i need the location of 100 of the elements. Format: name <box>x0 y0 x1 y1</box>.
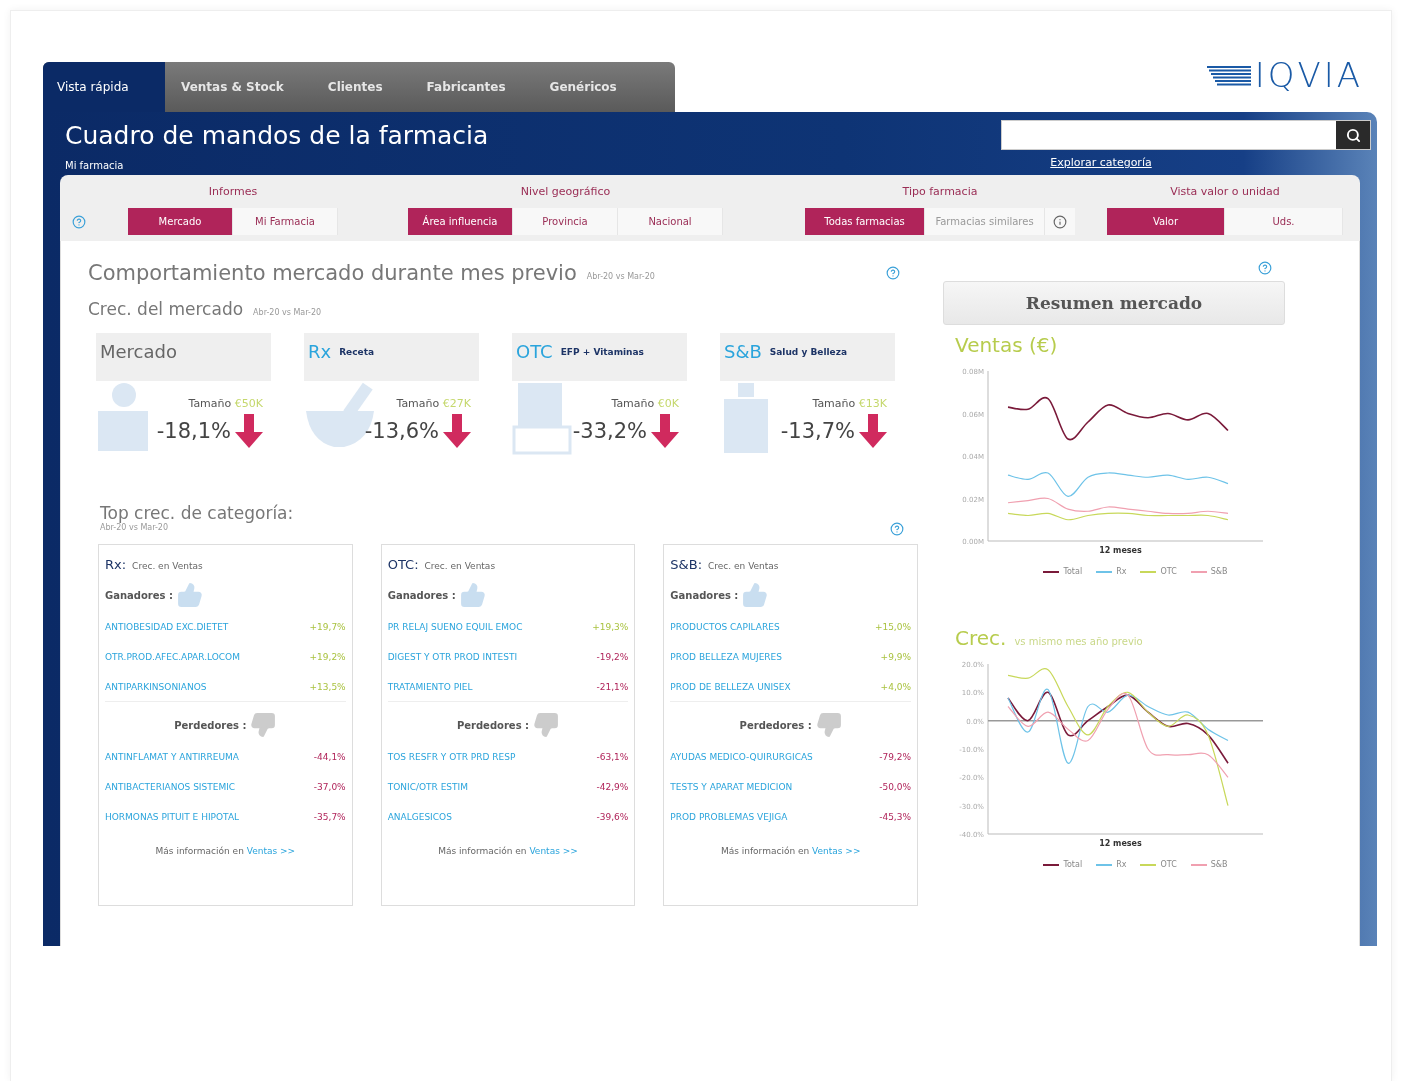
sales-link[interactable]: Ventas >> <box>812 846 861 856</box>
period-label: Abr-20 vs Mar-20 <box>253 307 322 317</box>
winners-label: Ganadores : <box>387 589 456 601</box>
more-info-text: Más información en Ventas >> <box>437 846 579 856</box>
category-link[interactable]: ANTIBACTERIANOS SISTEMIC <box>105 782 236 792</box>
growth-value: -79,2% <box>879 752 911 762</box>
period-label: Abr-20 vs Mar-20 <box>100 523 169 532</box>
more-info-text: Más información en Ventas >> <box>154 846 297 856</box>
category-link[interactable]: PRODUCTOS CAPILARES <box>670 622 780 632</box>
axis-title: 12 meses <box>1099 546 1142 555</box>
market-summary-button[interactable]: Resumen mercado <box>943 281 1285 325</box>
explore-link[interactable]: Explorar categoría <box>1050 156 1152 169</box>
info-icon[interactable] <box>1053 214 1067 229</box>
filter-option[interactable]: Todas farmacias <box>805 208 925 235</box>
help-icon[interactable] <box>72 215 86 229</box>
chart-title: Crec. <box>955 626 1007 650</box>
thumbs-down-icon <box>815 712 842 738</box>
category-link[interactable]: TONIC/OTR ESTIM <box>387 782 468 792</box>
chart-subtitle: vs mismo mes año previo <box>1014 636 1143 647</box>
legend-item: Total <box>1043 860 1083 869</box>
size-label: Tamaño €13K <box>812 397 887 410</box>
card-subtitle: EFP + Vitaminas <box>560 347 644 357</box>
nav-tab[interactable]: Clientes <box>311 62 399 112</box>
thumbs-down-icon <box>250 712 277 738</box>
category-link[interactable]: PROD PROBLEMAS VEJIGA <box>670 812 788 822</box>
category-link[interactable]: HORMONAS PITUIT E HIPOTAL <box>105 812 240 822</box>
category-link[interactable]: TESTS Y APARAT MEDICION <box>670 782 793 792</box>
panel-subtitle: Crec. en Ventas <box>424 561 496 571</box>
help-icon[interactable] <box>1258 261 1272 275</box>
winners-label: Ganadores : <box>670 589 739 601</box>
chart-title: Ventas (€) <box>955 333 1058 357</box>
help-icon[interactable] <box>886 266 900 280</box>
category-link[interactable]: ANTIOBESIDAD EXC.DIETET <box>105 622 229 632</box>
nav-tab[interactable]: Ventas & Stock <box>165 62 300 112</box>
search-button[interactable] <box>1336 121 1370 149</box>
filter-label: Tipo farmacia <box>902 185 978 198</box>
legend-item: OTC <box>1140 567 1177 576</box>
filter-option[interactable]: Mi Farmacia <box>233 208 338 235</box>
losers-label: Perdedores : <box>739 719 812 731</box>
nav-tab[interactable]: Genéricos <box>533 62 633 112</box>
growth-value: +19,2% <box>309 652 346 662</box>
category-link[interactable]: DIGEST Y OTR PROD INTESTI <box>387 652 518 662</box>
filter-option[interactable]: Mercado <box>128 208 233 235</box>
losers-label: Perdedores : <box>174 719 247 731</box>
help-icon[interactable] <box>890 522 904 536</box>
growth-value: -35,7% <box>313 812 346 822</box>
category-link[interactable]: TRATAMIENTO PIEL <box>387 681 473 692</box>
growth-value: -21,1% <box>596 681 629 692</box>
size-label: Tamaño €27K <box>396 397 471 410</box>
growth-value: -42,9% <box>596 782 629 792</box>
growth-value: -50,0% <box>879 782 911 792</box>
category-link[interactable]: OTR.PROD.AFEC.APAR.LOCOM <box>105 652 240 662</box>
panel-title: Rx: <box>105 557 127 572</box>
category-link[interactable]: ANTIPARKINSONIANOS <box>105 681 207 692</box>
category-link[interactable]: TOS RESFR Y OTR PRD RESP <box>387 752 516 762</box>
category-link[interactable]: PROD DE BELLEZA UNISEX <box>670 681 791 692</box>
filter-label: Nivel geográfico <box>520 185 611 198</box>
growth-value: +19,7% <box>309 622 346 632</box>
filter-option[interactable]: Valor <box>1107 208 1225 235</box>
nav-tab[interactable]: Vista rápida <box>43 62 165 112</box>
category-link[interactable]: AYUDAS MEDICO-QUIRURGICAS <box>670 752 813 762</box>
period-label: Abr-20 vs Mar-20 <box>586 271 655 281</box>
thumbs-down-icon <box>533 712 560 738</box>
legend-item: S&B <box>1190 567 1228 576</box>
filter-option[interactable]: Área influencia <box>408 208 513 235</box>
size-label: Tamaño €0K <box>611 397 679 410</box>
filter-option[interactable]: Provincia <box>513 208 618 235</box>
card-subtitle: Salud y Belleza <box>769 347 847 357</box>
category-link[interactable]: ANALGESICOS <box>387 812 452 822</box>
category-link[interactable]: ANTINFLAMAT Y ANTIRREUMA <box>105 752 239 762</box>
axis-title: 12 meses <box>1099 839 1142 848</box>
logo: IQVIA <box>1254 58 1363 92</box>
growth-value: +13,5% <box>309 681 346 692</box>
category-link[interactable]: PROD BELLEZA MUJERES <box>670 652 782 662</box>
category-link[interactable]: PR RELAJ SUENO EQUIL EMOC <box>387 622 523 632</box>
nav-tab[interactable]: Fabricantes <box>410 62 522 112</box>
legend-item: Total <box>1043 567 1083 576</box>
legend-item: Rx <box>1096 567 1127 576</box>
panel-title: OTC: <box>387 557 419 572</box>
growth-value: +19,3% <box>592 622 629 632</box>
filter-label: Informes <box>208 185 258 198</box>
growth-value: +9,9% <box>880 652 911 662</box>
card-title: Rx <box>308 341 332 362</box>
growth-value: -39,6% <box>596 812 629 822</box>
thumbs-up-icon <box>742 582 769 608</box>
legend-item: OTC <box>1140 860 1177 869</box>
sales-link[interactable]: Ventas >> <box>529 846 578 856</box>
card-subtitle: Receta <box>339 347 375 357</box>
filter-option[interactable]: Uds. <box>1225 208 1343 235</box>
search-field[interactable] <box>1001 120 1371 150</box>
page-subtitle: Mi farmacia <box>65 160 125 171</box>
filter-option[interactable]: Nacional <box>618 208 723 235</box>
filter-label: Vista valor o unidad <box>1170 185 1280 198</box>
filter-option[interactable]: Farmacias similares <box>925 208 1045 235</box>
subsection-title: Top crec. de categoría: <box>100 503 294 523</box>
size-label: Tamaño €50K <box>188 397 263 410</box>
change-value: -18,1% <box>156 419 231 443</box>
panel-subtitle: Crec. en Ventas <box>708 561 779 571</box>
winners-label: Ganadores : <box>105 589 173 601</box>
sales-link[interactable]: Ventas >> <box>246 846 296 856</box>
